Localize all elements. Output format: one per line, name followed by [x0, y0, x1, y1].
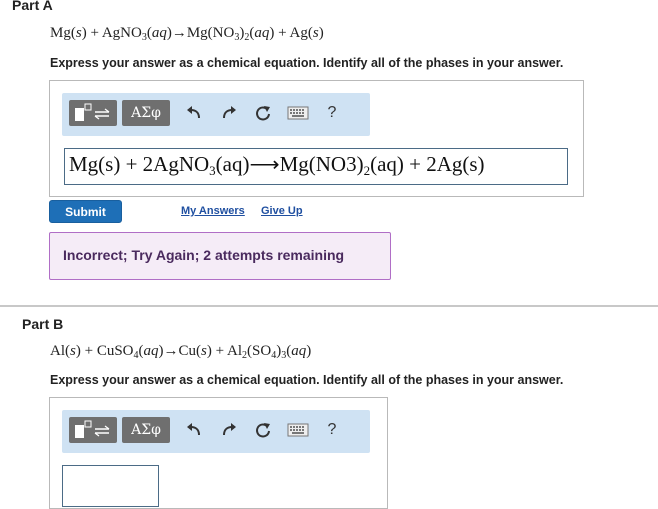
- feedback-box: Incorrect; Try Again; 2 attempts remaini…: [49, 232, 391, 280]
- undo-icon[interactable]: [182, 418, 206, 442]
- submit-button[interactable]: Submit: [49, 200, 122, 223]
- part-a-title: Part A: [12, 0, 53, 13]
- part-a-answer-input[interactable]: Mg(s) + 2AgNO3(aq)⟶Mg(NO3)2(aq) + 2Ag(s): [64, 148, 568, 185]
- part-b-answer-input[interactable]: [62, 465, 159, 507]
- give-up-link[interactable]: Give Up: [261, 205, 303, 217]
- reset-icon[interactable]: [251, 101, 275, 125]
- part-a-answer-text: Mg(s) + 2AgNO3(aq)⟶Mg(NO3)2(aq) + 2Ag(s): [69, 152, 485, 178]
- undo-icon[interactable]: [182, 101, 206, 125]
- template-icon: [75, 103, 110, 121]
- keyboard-icon[interactable]: [286, 418, 310, 442]
- part-a-toolbar: ΑΣφ ?: [62, 93, 370, 136]
- symbols-button[interactable]: ΑΣφ: [122, 100, 170, 126]
- help-icon[interactable]: ?: [320, 101, 344, 125]
- template-button[interactable]: [69, 417, 117, 443]
- symbols-button[interactable]: ΑΣφ: [122, 417, 170, 443]
- redo-icon[interactable]: [217, 101, 241, 125]
- redo-icon[interactable]: [217, 418, 241, 442]
- my-answers-link[interactable]: My Answers: [181, 205, 245, 217]
- part-b-toolbar: ΑΣφ ?: [62, 410, 370, 453]
- part-b-equation: Al(s) + CuSO4(aq)→Cu(s) + Al2(SO4)3(aq): [50, 343, 312, 361]
- help-icon[interactable]: ?: [320, 418, 344, 442]
- part-a-instructions: Express your answer as a chemical equati…: [50, 56, 564, 70]
- section-divider: [0, 305, 658, 307]
- part-b-title: Part B: [22, 316, 64, 332]
- part-b-answer-panel: ΑΣφ ?: [49, 397, 388, 509]
- part-a-equation: Mg(s) + AgNO3(aq)→Mg(NO3)2(aq) + Ag(s): [50, 25, 324, 43]
- reset-icon[interactable]: [251, 418, 275, 442]
- feedback-text: Incorrect; Try Again; 2 attempts remaini…: [63, 247, 345, 263]
- part-b-instructions: Express your answer as a chemical equati…: [50, 373, 564, 387]
- template-button[interactable]: [69, 100, 117, 126]
- part-a-answer-panel: ΑΣφ ? Mg(s) + 2AgNO3(aq)⟶Mg(NO3)2(aq) + …: [49, 80, 584, 197]
- keyboard-icon[interactable]: [286, 101, 310, 125]
- template-icon: [75, 420, 110, 438]
